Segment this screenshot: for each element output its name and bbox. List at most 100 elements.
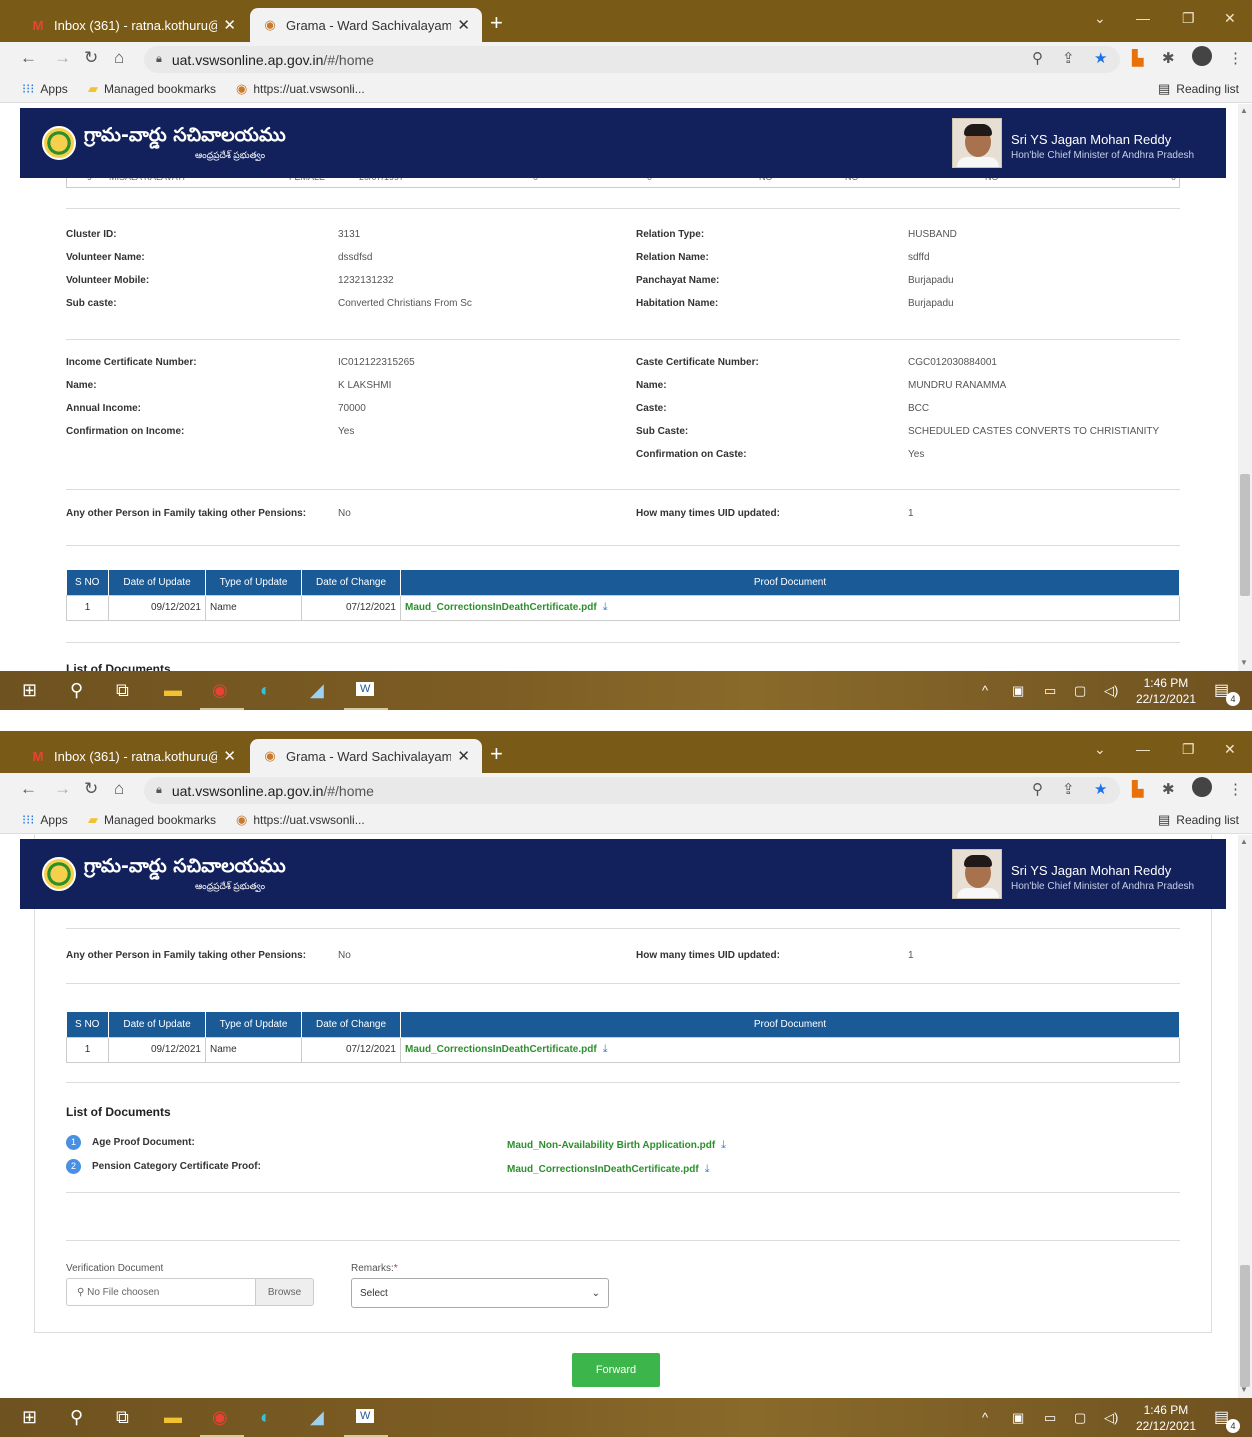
forward-icon[interactable]: → <box>54 779 71 799</box>
file-explorer-icon[interactable]: ▬ <box>164 1407 182 1428</box>
address-bar[interactable]: 🔒︎ uat.vswsonline.ap.gov.in/#/home <box>144 46 1120 73</box>
battery-icon[interactable]: ▭ <box>1044 1410 1056 1426</box>
reload-icon[interactable]: ↻ <box>84 779 98 799</box>
network-icon[interactable]: ▢ <box>1074 1410 1086 1426</box>
download-icon[interactable]: ⤓ <box>603 601 608 613</box>
close-icon[interactable]: ✕ <box>223 16 236 34</box>
extension-icon[interactable]: ▙ <box>1132 780 1144 798</box>
home-icon[interactable]: ⌂ <box>114 48 124 68</box>
bookmark-managed[interactable]: ▰ Managed bookmarks <box>88 81 216 97</box>
tab-grama[interactable]: ◉ Grama - Ward Sachivalayam ✕ <box>250 739 482 773</box>
bookmark-apps[interactable]: ⁝⁝⁝ Apps <box>22 81 68 97</box>
task-view-icon[interactable]: ⧉ <box>116 1407 129 1428</box>
tab-grama[interactable]: ◉ Grama - Ward Sachivalayam ✕ <box>250 8 482 42</box>
close-window-icon[interactable]: ✕ <box>1224 741 1236 758</box>
age-proof-link[interactable]: Maud_Non-Availability Birth Application.… <box>507 1140 715 1151</box>
new-tab-icon[interactable]: + <box>490 10 503 36</box>
scrollbar[interactable]: ▲ ▼ <box>1238 835 1252 1398</box>
minimize-icon[interactable]: — <box>1136 741 1150 757</box>
close-window-icon[interactable]: ✕ <box>1224 10 1236 27</box>
edge-icon[interactable]: ◐ <box>260 680 271 701</box>
app-icon[interactable]: ◢ <box>310 680 324 701</box>
scrollbar-thumb[interactable] <box>1240 474 1250 596</box>
tray-app-icon[interactable]: ▣ <box>1012 683 1024 699</box>
tray-app-icon[interactable]: ▣ <box>1012 1410 1024 1426</box>
verification-file-input[interactable]: ⚲ No File choosen Browse <box>66 1278 314 1306</box>
file-explorer-icon[interactable]: ▬ <box>164 680 182 701</box>
windows-start-icon[interactable]: ⊞ <box>22 680 37 701</box>
download-icon[interactable]: ⤓ <box>721 1139 726 1151</box>
remarks-select[interactable]: Select ⌄ <box>351 1278 609 1308</box>
download-icon[interactable]: ⤓ <box>705 1163 710 1175</box>
notification-icon[interactable]: ▤ 4 <box>1214 1407 1240 1433</box>
tab-gmail[interactable]: M Inbox (361) - ratna.kothuru@pw ✕ <box>18 739 248 773</box>
zoom-icon[interactable]: ⚲ <box>1032 780 1043 798</box>
scroll-up-icon[interactable]: ▲ <box>1240 837 1248 846</box>
bookmark-star-icon[interactable]: ★ <box>1094 780 1107 798</box>
tab-gmail[interactable]: M Inbox (361) - ratna.kothuru@pw ✕ <box>18 8 248 42</box>
bookmark-uat[interactable]: ◉ https://uat.vswsonli... <box>236 81 365 97</box>
proof-document-link[interactable]: Maud_CorrectionsInDeathCertificate.pdf <box>405 602 597 613</box>
close-icon[interactable]: ✕ <box>223 747 236 765</box>
download-icon[interactable]: ⤓ <box>603 1043 608 1055</box>
restore-icon[interactable]: ❐ <box>1182 741 1195 758</box>
forward-icon[interactable]: → <box>54 48 71 68</box>
chrome-icon[interactable]: ◉ <box>212 680 228 701</box>
app-icon[interactable]: ◢ <box>310 1407 324 1428</box>
bookmark-apps[interactable]: ⁝⁝⁝ Apps <box>22 812 68 828</box>
share-icon[interactable]: ⇪ <box>1062 49 1075 67</box>
notification-icon[interactable]: ▤ 4 <box>1214 680 1240 706</box>
forward-button[interactable]: Forward <box>572 1353 660 1387</box>
menu-icon[interactable]: ⋮ <box>1228 780 1243 798</box>
new-tab-icon[interactable]: + <box>490 741 503 767</box>
bookmark-managed[interactable]: ▰ Managed bookmarks <box>88 812 216 828</box>
scroll-down-icon[interactable]: ▼ <box>1240 1385 1248 1394</box>
reading-list[interactable]: ▤ Reading list <box>1158 812 1239 828</box>
tab-search-icon[interactable]: ⌄ <box>1094 741 1106 758</box>
proof-document-link[interactable]: Maud_CorrectionsInDeathCertificate.pdf <box>405 1044 597 1055</box>
edge-icon[interactable]: ◐ <box>260 1407 271 1428</box>
puzzle-icon[interactable]: ✱ <box>1162 49 1175 67</box>
extension-icon[interactable]: ▙ <box>1132 49 1144 67</box>
volume-icon[interactable]: ◁) <box>1104 1410 1118 1426</box>
clock[interactable]: 1:46 PM 22/12/2021 <box>1136 675 1196 707</box>
close-icon[interactable]: ✕ <box>457 747 470 765</box>
tray-chevron-icon[interactable]: ^ <box>982 683 988 698</box>
restore-icon[interactable]: ❐ <box>1182 10 1195 27</box>
share-icon[interactable]: ⇪ <box>1062 780 1075 798</box>
scrollbar[interactable]: ▲ ▼ <box>1238 104 1252 671</box>
close-icon[interactable]: ✕ <box>457 16 470 34</box>
reading-list[interactable]: ▤ Reading list <box>1158 81 1239 97</box>
puzzle-icon[interactable]: ✱ <box>1162 780 1175 798</box>
back-icon[interactable]: ← <box>20 48 37 68</box>
clock[interactable]: 1:46 PM 22/12/2021 <box>1136 1402 1196 1434</box>
minimize-icon[interactable]: — <box>1136 10 1150 26</box>
scroll-down-icon[interactable]: ▼ <box>1240 658 1248 667</box>
zoom-icon[interactable]: ⚲ <box>1032 49 1043 67</box>
menu-icon[interactable]: ⋮ <box>1228 49 1243 67</box>
pension-category-link[interactable]: Maud_CorrectionsInDeathCertificate.pdf <box>507 1164 699 1175</box>
task-view-icon[interactable]: ⧉ <box>116 680 129 701</box>
network-icon[interactable]: ▢ <box>1074 683 1086 699</box>
search-icon[interactable]: ⚲ <box>70 680 83 701</box>
search-icon[interactable]: ⚲ <box>70 1407 83 1428</box>
scrollbar-thumb[interactable] <box>1240 1265 1250 1387</box>
reload-icon[interactable]: ↻ <box>84 48 98 68</box>
home-icon[interactable]: ⌂ <box>114 779 124 799</box>
volume-icon[interactable]: ◁) <box>1104 683 1118 699</box>
windows-start-icon[interactable]: ⊞ <box>22 1407 37 1428</box>
tab-search-icon[interactable]: ⌄ <box>1094 10 1106 27</box>
bookmark-uat[interactable]: ◉ https://uat.vswsonli... <box>236 812 365 828</box>
battery-icon[interactable]: ▭ <box>1044 683 1056 699</box>
word-icon[interactable]: W <box>356 682 375 696</box>
bookmark-star-icon[interactable]: ★ <box>1094 49 1107 67</box>
scroll-up-icon[interactable]: ▲ <box>1240 106 1248 115</box>
tray-chevron-icon[interactable]: ^ <box>982 1410 988 1425</box>
back-icon[interactable]: ← <box>20 779 37 799</box>
profile-avatar[interactable] <box>1192 46 1212 66</box>
browse-button[interactable]: Browse <box>255 1279 313 1305</box>
profile-avatar[interactable] <box>1192 777 1212 797</box>
address-bar[interactable]: 🔒︎ uat.vswsonline.ap.gov.in/#/home <box>144 777 1120 804</box>
word-icon[interactable]: W <box>356 1409 375 1423</box>
chrome-icon[interactable]: ◉ <box>212 1407 228 1428</box>
